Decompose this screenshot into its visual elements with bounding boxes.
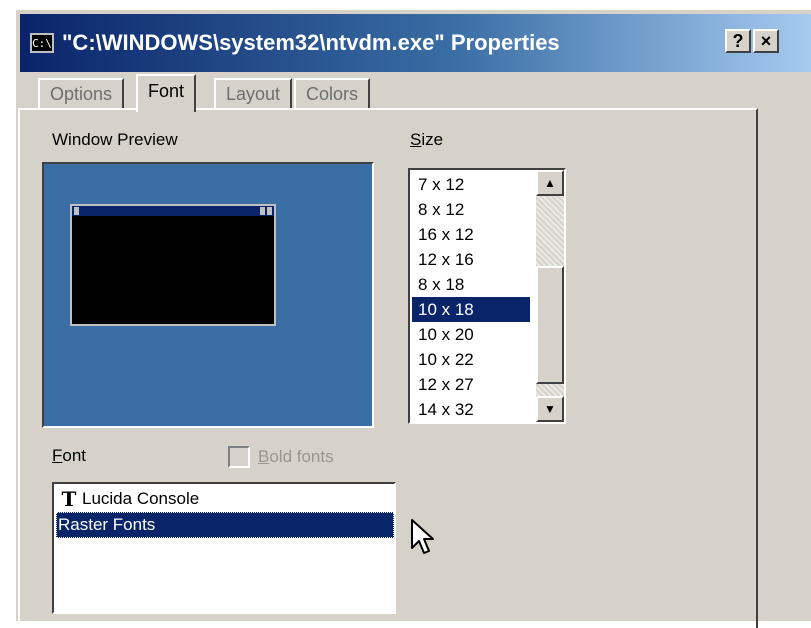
preview-console-titlebar bbox=[72, 206, 274, 216]
window-preview-label: Window Preview bbox=[52, 130, 178, 149]
font-item-label: Lucida Console bbox=[82, 489, 200, 508]
font-label: Font bbox=[52, 446, 87, 465]
tab-options[interactable]: Options bbox=[38, 78, 125, 108]
preview-console-window bbox=[70, 204, 276, 326]
font-item-label: Raster Fonts bbox=[58, 515, 156, 534]
bold-fonts-checkbox[interactable] bbox=[228, 446, 250, 468]
size-listbox[interactable]: 7 x 12 8 x 12 16 x 12 12 x 16 8 x 18 10 … bbox=[408, 168, 566, 424]
window-preview bbox=[42, 162, 374, 428]
console-icon: C:\ bbox=[30, 33, 54, 53]
font-listbox[interactable]: T Lucida Console Raster Fonts bbox=[52, 482, 396, 614]
font-item-raster[interactable]: Raster Fonts bbox=[56, 512, 394, 538]
truetype-icon: T bbox=[61, 487, 77, 511]
tab-font[interactable]: Font bbox=[136, 74, 197, 112]
size-item[interactable]: 10 x 22 bbox=[412, 347, 530, 372]
size-scrollbar[interactable]: ▲ ▼ bbox=[536, 170, 564, 422]
tab-layout[interactable]: Layout bbox=[214, 78, 293, 108]
window-title: "C:\WINDOWS\system32\ntvdm.exe" Properti… bbox=[62, 30, 560, 55]
tab-colors[interactable]: Colors bbox=[294, 78, 371, 108]
scroll-thumb[interactable] bbox=[536, 266, 564, 384]
size-item-selected[interactable]: 10 x 18 bbox=[412, 297, 530, 322]
size-item[interactable]: 8 x 18 bbox=[412, 272, 530, 297]
size-item[interactable]: 7 x 12 bbox=[412, 172, 530, 197]
size-label: Size bbox=[410, 130, 444, 149]
size-item[interactable]: 10 x 20 bbox=[412, 322, 530, 347]
help-button[interactable]: ? bbox=[725, 29, 751, 53]
bold-fonts-label: Bold fonts bbox=[258, 447, 334, 466]
title-bar[interactable]: C:\ "C:\WINDOWS\system32\ntvdm.exe" Prop… bbox=[20, 14, 811, 72]
scroll-down-icon[interactable]: ▼ bbox=[536, 396, 564, 422]
close-button[interactable]: × bbox=[753, 29, 779, 53]
size-item[interactable]: 14 x 32 bbox=[412, 397, 530, 422]
font-item-lucida[interactable]: T Lucida Console bbox=[56, 486, 200, 512]
size-item[interactable]: 16 x 12 bbox=[412, 222, 530, 247]
size-item[interactable]: 12 x 16 bbox=[412, 247, 530, 272]
mouse-pointer-icon bbox=[411, 519, 434, 554]
size-item[interactable]: 8 x 12 bbox=[412, 197, 530, 222]
scroll-up-icon[interactable]: ▲ bbox=[536, 170, 564, 196]
size-item[interactable]: 12 x 27 bbox=[412, 372, 530, 397]
